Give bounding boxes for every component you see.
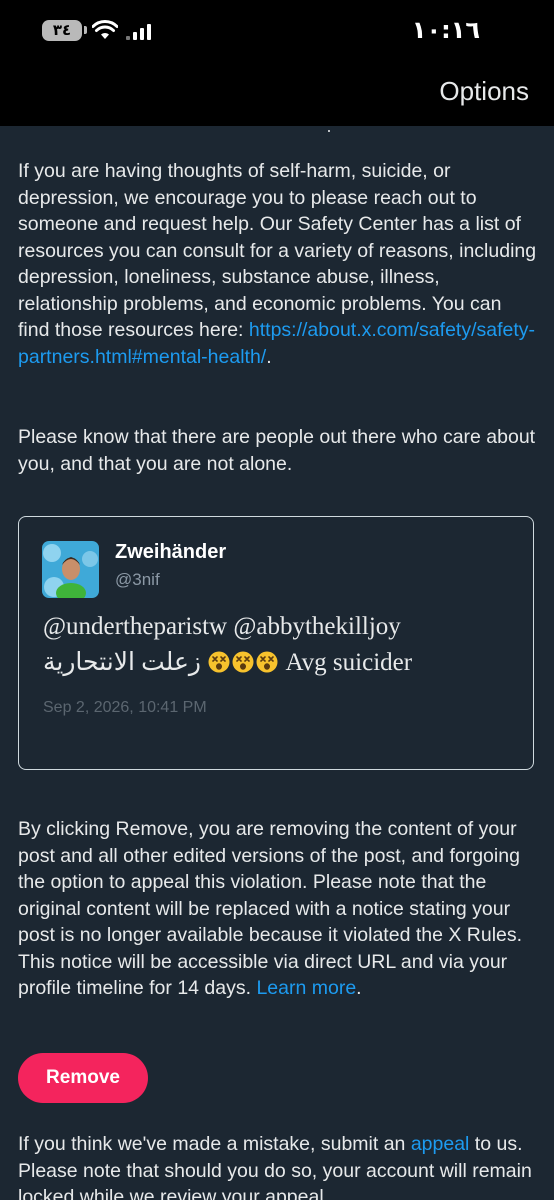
safety-resources-paragraph: If you are having thoughts of self-harm,… xyxy=(18,158,538,370)
post-text-line2: زعلت الانتحارية Avg suicider xyxy=(43,645,513,681)
user-handle[interactable]: @3nif xyxy=(115,570,160,590)
period: . xyxy=(266,345,272,368)
top-nav-bar: Options xyxy=(0,66,554,126)
post-text: @undertheparistw @abbythekilljoy زعلت ال… xyxy=(43,609,513,681)
options-button[interactable]: Options xyxy=(439,76,529,107)
remove-button[interactable]: Remove xyxy=(18,1053,148,1103)
dizzy-face-icon xyxy=(232,651,254,673)
post-text-arabic: زعلت الانتحارية xyxy=(43,649,201,676)
dizzy-face-icon xyxy=(208,651,230,673)
not-alone-paragraph: Please know that there are people out th… xyxy=(18,426,536,475)
remove-explanation-paragraph: By clicking Remove, you are removing the… xyxy=(18,816,538,1002)
battery-tip xyxy=(84,26,87,34)
display-name[interactable]: Zweihänder xyxy=(115,541,226,564)
battery-icon: ٣٤ xyxy=(42,20,82,41)
remove-explanation-text: By clicking Remove, you are removing the… xyxy=(18,818,523,999)
clipped-text: · xyxy=(326,126,332,140)
safety-resources-text: If you are having thoughts of self-harm,… xyxy=(18,160,537,341)
signal-icon xyxy=(126,24,151,40)
appeal-paragraph: If you think we've made a mistake, submi… xyxy=(18,1131,538,1200)
avatar xyxy=(42,541,99,598)
period: . xyxy=(356,977,362,999)
appeal-link[interactable]: appeal xyxy=(411,1133,470,1155)
wifi-icon xyxy=(92,20,118,39)
post-text-end: Avg suicider xyxy=(285,649,413,676)
embedded-post-card[interactable]: Zweihänder @3nif @undertheparistw @abbyt… xyxy=(18,516,534,770)
post-text-line1: @undertheparistw @abbythekilljoy xyxy=(43,613,401,640)
status-bar: ٣٤ ١٠:١٦ xyxy=(0,0,554,66)
appeal-text-start: If you think we've made a mistake, submi… xyxy=(18,1133,411,1155)
status-time: ١٠:١٦ xyxy=(411,16,480,44)
dizzy-face-icon xyxy=(256,651,278,673)
learn-more-link[interactable]: Learn more xyxy=(256,977,356,999)
notice-content[interactable]: · If you are having thoughts of self-har… xyxy=(0,126,554,1200)
post-timestamp[interactable]: Sep 2, 2026, 10:41 PM xyxy=(43,699,207,717)
